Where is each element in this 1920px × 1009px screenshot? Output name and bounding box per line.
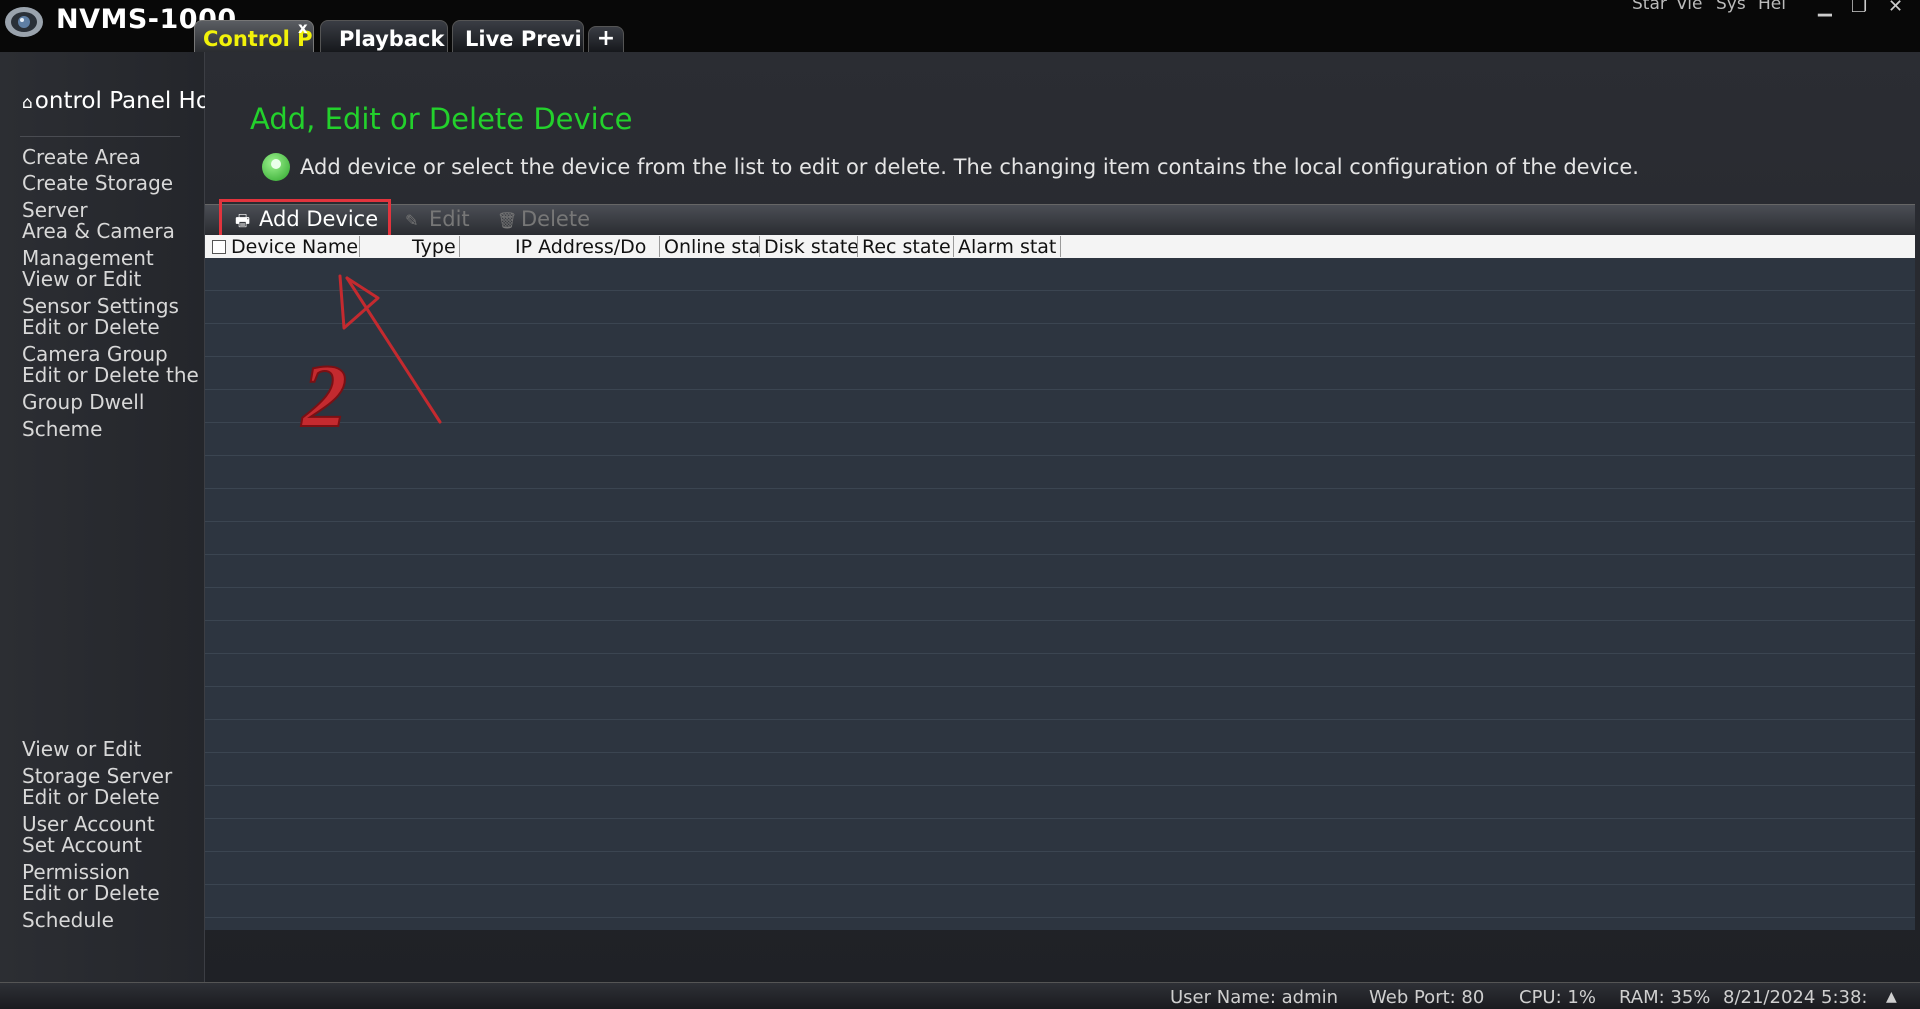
expand-up-icon[interactable]: ▲: [1886, 989, 1897, 1005]
status-bar: User Name: admin Web Port: 80 CPU: 1% RA…: [0, 982, 1920, 1009]
select-all-checkbox[interactable]: [212, 240, 226, 254]
sidebar-divider: [20, 136, 180, 137]
device-table-body[interactable]: [205, 258, 1915, 930]
menu-view[interactable]: Vie: [1676, 0, 1702, 14]
restore-icon[interactable]: ❐: [1851, 0, 1867, 17]
delete-button[interactable]: 🗑 Delete: [497, 207, 590, 231]
sidebar-item-area-camera-management[interactable]: Area & Camera Management: [22, 218, 202, 272]
column-disk-state[interactable]: Disk state: [760, 236, 858, 257]
menu-help[interactable]: Hel: [1758, 0, 1786, 14]
sidebar-item-sensor-settings[interactable]: View or Edit Sensor Settings: [22, 266, 202, 320]
close-icon[interactable]: ✕: [1888, 0, 1903, 17]
title-bar: NVMS-1000 Control P x Playback Live Prev…: [0, 0, 1920, 52]
status-user: User Name: admin: [1170, 987, 1339, 1008]
tab-label: Live Previ: [465, 27, 582, 51]
tab-playback[interactable]: Playback: [320, 20, 448, 52]
device-toolbar: 🖶 Add Device ✎ Edit 🗑 Delete: [205, 204, 1915, 235]
sidebar-item-group-dwell-scheme[interactable]: Edit or Delete the Group Dwell Scheme: [22, 362, 202, 443]
column-rec-state[interactable]: Rec state: [858, 236, 954, 257]
sidebar: ⌂ontrol Panel Ho Create Area Create Stor…: [0, 52, 210, 982]
sidebar-item-storage-server[interactable]: View or Edit Storage Server: [22, 736, 202, 790]
delete-label: Delete: [521, 207, 590, 231]
sidebar-item-create-area[interactable]: Create Area: [22, 144, 202, 171]
tab-live-preview[interactable]: Live Previ: [452, 20, 584, 52]
info-icon: [262, 153, 290, 181]
device-table-header: Device Name Type IP Address/Do Online st…: [205, 235, 1915, 258]
tab-close-icon[interactable]: x: [298, 19, 308, 37]
status-port: Web Port: 80: [1369, 987, 1485, 1008]
status-ram: RAM: 35%: [1619, 987, 1711, 1008]
column-device-name[interactable]: Device Name: [227, 236, 360, 257]
home-label: ontrol Panel Ho: [34, 88, 210, 114]
tab-label: Control P: [203, 27, 313, 51]
app-logo-icon: [5, 7, 43, 37]
sidebar-item-create-storage-server[interactable]: Create Storage Server: [22, 170, 202, 224]
menu-start[interactable]: Star: [1632, 0, 1667, 14]
column-type[interactable]: Type: [360, 236, 460, 257]
column-online-state[interactable]: Online sta: [660, 236, 760, 257]
main-panel: Add, Edit or Delete Device Add device or…: [205, 52, 1920, 982]
page-title: Add, Edit or Delete Device: [250, 102, 633, 136]
edit-button[interactable]: ✎ Edit: [405, 207, 470, 231]
column-ip-address[interactable]: IP Address/Do: [505, 236, 660, 257]
trash-icon: 🗑: [497, 211, 518, 230]
sidebar-item-camera-group[interactable]: Edit or Delete Camera Group: [22, 314, 202, 368]
tab-label: Playback: [339, 27, 445, 51]
sidebar-item-schedule[interactable]: Edit or Delete Schedule: [22, 880, 202, 934]
column-alarm-state[interactable]: Alarm stat: [954, 236, 1061, 257]
home-icon: ⌂: [22, 93, 33, 113]
status-cpu: CPU: 1%: [1519, 987, 1596, 1008]
sidebar-item-account-permission[interactable]: Set Account Permission: [22, 832, 202, 886]
minimize-icon[interactable]: ▁: [1818, 0, 1832, 17]
menu-system[interactable]: Sys: [1716, 0, 1746, 14]
sidebar-item-user-account[interactable]: Edit or Delete User Account: [22, 784, 202, 838]
info-text: Add device or select the device from the…: [300, 155, 1639, 179]
status-datetime: 8/21/2024 5:38:: [1723, 987, 1868, 1008]
add-tab-button[interactable]: +: [588, 26, 624, 52]
edit-label: Edit: [429, 207, 470, 231]
pencil-icon: ✎: [405, 211, 419, 230]
tab-control-panel[interactable]: Control P: [194, 20, 314, 52]
control-panel-home-link[interactable]: ⌂ontrol Panel Ho: [22, 88, 210, 114]
